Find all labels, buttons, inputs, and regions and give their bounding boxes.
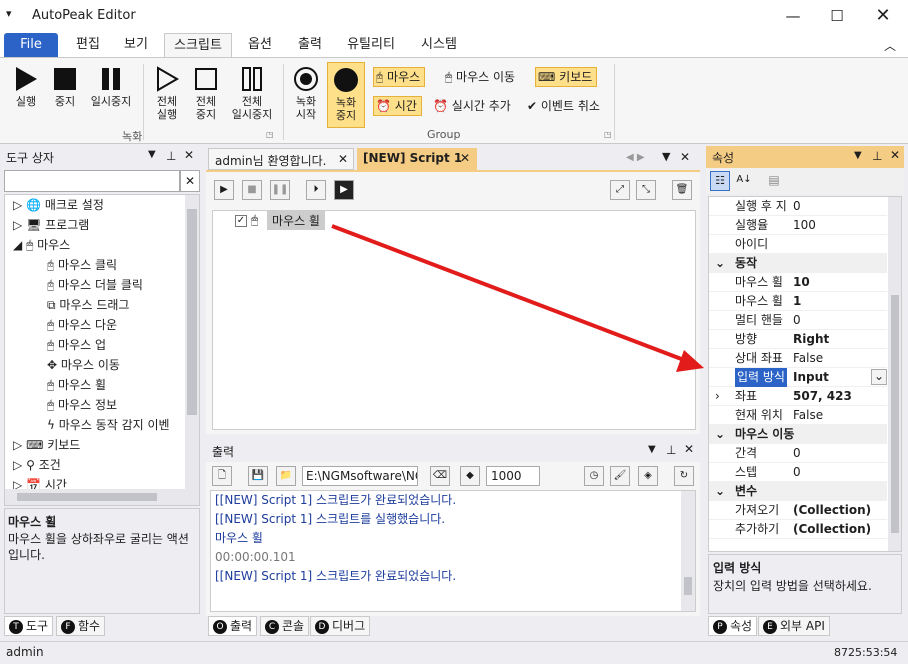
arrow-line bbox=[331, 224, 685, 362]
annotation-arrow bbox=[331, 224, 704, 372]
status-bar: admin 8725:53:54 bbox=[0, 641, 908, 664]
arrow-head bbox=[676, 350, 704, 372]
status-user: admin bbox=[6, 645, 44, 659]
status-clock: 8725:53:54 bbox=[834, 646, 898, 659]
